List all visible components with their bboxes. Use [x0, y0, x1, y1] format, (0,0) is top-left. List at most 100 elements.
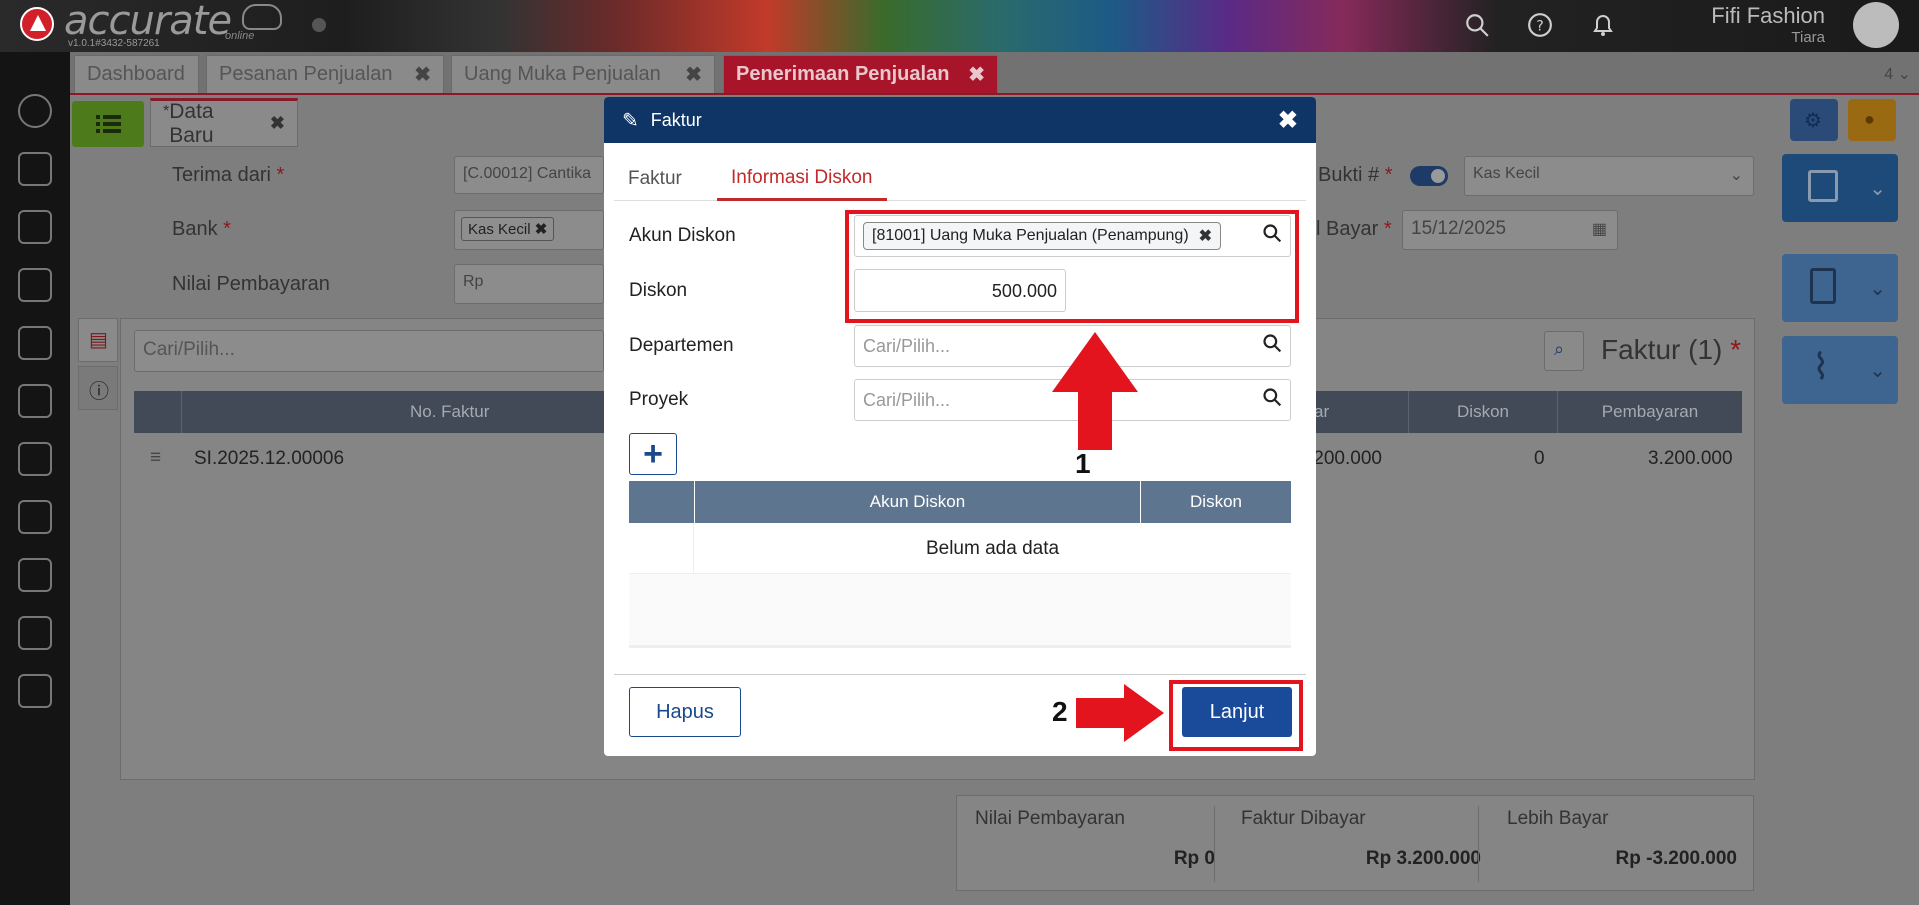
company-info[interactable]: Fifi Fashion Tiara [1711, 3, 1825, 46]
cash-register-icon[interactable] [18, 152, 52, 186]
cloud-icon [242, 4, 282, 30]
terima-dari-field[interactable]: [C.00012] Cantika [454, 156, 604, 194]
avatar[interactable] [1853, 2, 1899, 48]
close-icon[interactable]: ✖ [968, 62, 985, 87]
dialog-header: ✎ Faktur ✖ [604, 97, 1316, 143]
tab-label: Penerimaan Penjualan [736, 63, 950, 85]
invoice-search-placeholder: Cari/Pilih... [143, 339, 235, 360]
summary-nilai-value: Rp 0 [1173, 848, 1215, 869]
faktur-dialog: ✎ Faktur ✖ Faktur Informasi Diskon Akun … [604, 97, 1316, 756]
search-icon: ⌕ [1554, 339, 1565, 359]
inventory-icon[interactable] [18, 558, 52, 592]
terima-dari-value: [C.00012] Cantika [463, 165, 592, 182]
annotation-number-1: 1 [1075, 448, 1091, 479]
help-icon[interactable]: ? [1525, 10, 1555, 40]
empty-row: Belum ada data [629, 523, 1291, 574]
nilai-placeholder: Rp [463, 273, 484, 290]
empty-message: Belum ada data [925, 537, 1060, 559]
summary-nilai: Nilai Pembayaran Rp 0 [975, 808, 1215, 880]
annotation-number-2: 2 [1052, 696, 1068, 727]
print-button[interactable]: ⌄ [1782, 254, 1898, 322]
app-version: v1.0.1#3432-587261 [68, 38, 160, 49]
company-name: Fifi Fashion [1711, 3, 1825, 28]
info-section-tab[interactable]: ⓘ [78, 366, 118, 410]
settings-button[interactable]: ⚙ [1790, 99, 1838, 141]
tab-uang-muka-penjualan[interactable]: Uang Muka Penjualan ✖ [451, 55, 715, 93]
tab-label: Dashboard [87, 63, 185, 85]
ledger-icon[interactable] [18, 268, 52, 302]
col-pembayaran: Pembayaran [1601, 402, 1699, 421]
tgl-bayar-value: 15/12/2025 [1411, 218, 1507, 239]
settings-icon[interactable] [18, 94, 52, 128]
module-tab-strip: Dashboard Pesanan Penjualan ✖ Uang Muka … [70, 52, 1919, 95]
tab-informasi-diskon[interactable]: Informasi Diskon [717, 157, 887, 201]
bukti-select[interactable]: Kas Kecil ⌄ [1464, 156, 1754, 196]
tab-faktur[interactable]: Faktur [614, 157, 696, 201]
close-icon[interactable]: ✖ [270, 113, 285, 134]
akun-diskon-label: Akun Diskon [629, 225, 736, 246]
tab-pesanan-penjualan[interactable]: Pesanan Penjualan ✖ [206, 55, 444, 93]
tax-icon[interactable] [18, 616, 52, 650]
cart-icon[interactable] [18, 442, 52, 476]
summary-dibayar-value: Rp 3.200.000 [1365, 848, 1481, 869]
diskon-label: Diskon [629, 280, 688, 301]
col-diskon: Diskon [1140, 481, 1291, 523]
hapus-button[interactable]: Hapus [629, 687, 741, 737]
bank-chip: Kas Kecil ✖ [461, 217, 555, 241]
report-icon[interactable] [18, 674, 52, 708]
terima-dari-label: Terima dari * [172, 164, 285, 186]
summary-lebih: Lebih Bayar Rp -3.200.000 [1507, 808, 1737, 880]
info-icon: ⓘ [89, 381, 109, 403]
list-button[interactable] [72, 101, 144, 147]
row-pembayaran: 3.200.000 [1648, 448, 1733, 469]
close-icon[interactable]: ✖ [685, 62, 702, 87]
search-icon[interactable] [1262, 333, 1282, 359]
purchase-cart-icon[interactable] [18, 500, 52, 534]
bukti-value: Kas Kecil [1473, 165, 1540, 182]
save-button[interactable]: ⌄ [1782, 154, 1898, 222]
dialog-title: Faktur [650, 109, 702, 130]
tab-penerimaan-penjualan[interactable]: Penerimaan Penjualan ✖ [723, 55, 998, 93]
tab-label: Pesanan Penjualan [219, 63, 393, 85]
building-icon[interactable] [18, 210, 52, 244]
app-logo[interactable]: accurate online v1.0.1#3432-587261 [20, 0, 290, 50]
drag-handle-icon[interactable]: ≡ [150, 447, 161, 469]
user-name: Tiara [1791, 29, 1825, 46]
search-icon[interactable] [1262, 387, 1282, 413]
tab-count-number: 4 [1884, 66, 1894, 83]
tab-dashboard[interactable]: Dashboard [74, 55, 199, 93]
attachment-button[interactable]: ⌇ ⌄ [1782, 336, 1898, 404]
doc-tab-data-baru[interactable]: * Data Baru ✖ [150, 98, 298, 147]
document-icon: ▤ [89, 329, 108, 351]
bank-icon[interactable] [18, 326, 52, 360]
doc-tab-label: Data Baru [169, 99, 214, 147]
invoice-search-input[interactable]: Cari/Pilih... [134, 330, 604, 372]
summary-dibayar: Faktur Dibayar Rp 3.200.000 [1241, 808, 1481, 880]
search-icon[interactable] [1462, 10, 1492, 40]
bell-icon[interactable] [1588, 10, 1618, 40]
nilai-pembayaran-label: Nilai Pembayaran [172, 273, 330, 295]
summary-lebih-label: Lebih Bayar [1507, 808, 1609, 829]
chevron-down-icon: ⌄ [1869, 360, 1886, 382]
tgl-bayar-input[interactable]: 15/12/2025 ▦ [1402, 210, 1618, 250]
bank-field[interactable]: Kas Kecil ✖ [454, 210, 604, 250]
calendar-icon[interactable]: ▦ [1592, 219, 1607, 239]
paperclip-icon: ⌇ [1812, 346, 1830, 387]
invoice-panel-title: Faktur (1) * [1601, 334, 1742, 365]
add-discount-button[interactable]: + [629, 433, 677, 475]
col-no-faktur: No. Faktur [410, 402, 490, 421]
invoice-search-button[interactable]: ⌕ [1544, 331, 1584, 371]
auto-number-toggle[interactable] [1410, 166, 1448, 186]
tips-button[interactable]: ● [1848, 99, 1896, 141]
nilai-pembayaran-input[interactable]: Rp [454, 264, 604, 304]
payment-summary: Nilai Pembayaran Rp 0 Faktur Dibayar Rp … [956, 795, 1754, 891]
left-sidebar [0, 52, 70, 905]
summary-nilai-label: Nilai Pembayaran [975, 808, 1125, 829]
top-bar: accurate online v1.0.1#3432-587261 ? Fif… [0, 0, 1919, 52]
tab-count[interactable]: 4 ⌄ [1884, 64, 1911, 84]
arrow-right-icon [1076, 684, 1164, 742]
invoice-section-tab[interactable]: ▤ [78, 318, 118, 362]
close-icon[interactable]: ✖ [1278, 106, 1298, 135]
close-icon[interactable]: ✖ [414, 62, 431, 87]
money-bag-icon[interactable] [18, 384, 52, 418]
